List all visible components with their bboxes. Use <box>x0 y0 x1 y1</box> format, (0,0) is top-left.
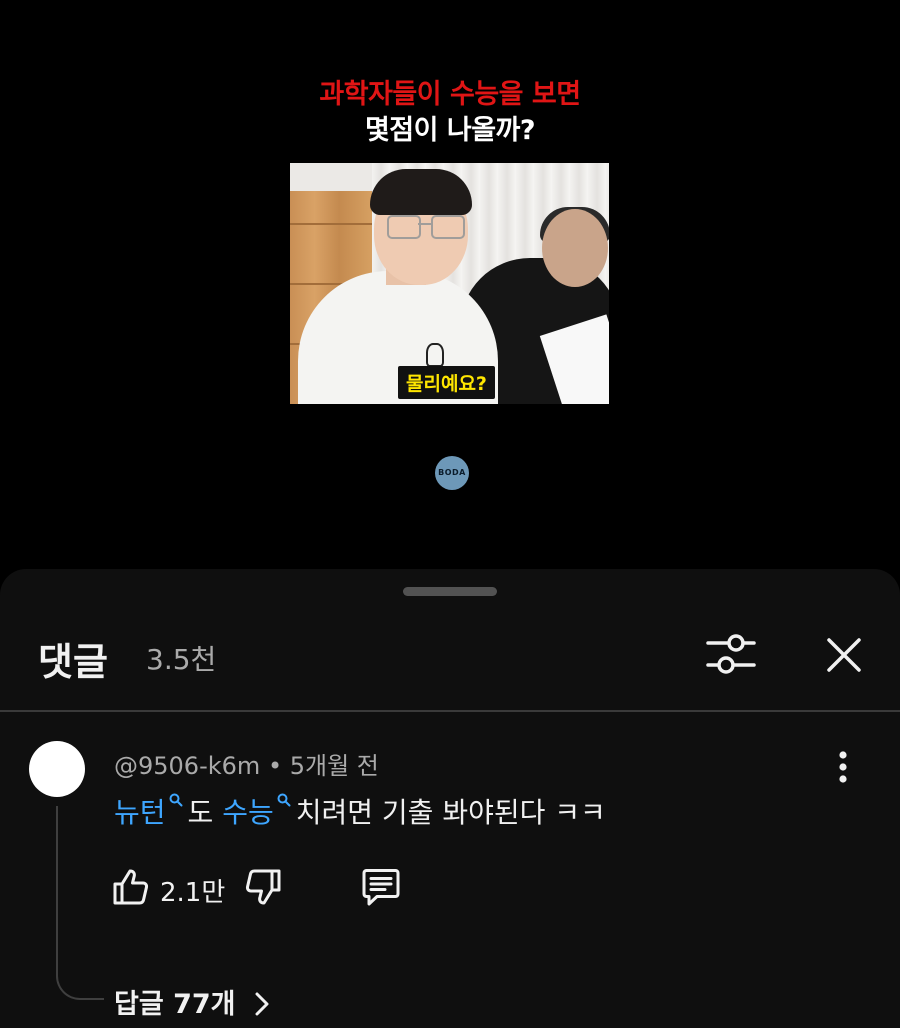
comments-title: 댓글 <box>38 640 108 684</box>
comment-meta: @9506-k6m • 5개월 전 <box>114 746 379 781</box>
sliders-icon <box>706 634 756 674</box>
replies-label: 답글 77개 <box>114 989 236 1020</box>
search-icon <box>277 793 291 807</box>
comment-text: 뉴턴 도 수능 치려면 기출 봐야된다 ㅋㅋ <box>114 791 606 831</box>
search-icon <box>169 793 183 807</box>
comment-text-part-1: 도 <box>187 796 214 829</box>
video-subtitle-caption: 물리예요? <box>398 366 495 399</box>
view-replies-button[interactable]: 답글 77개 <box>114 982 269 1021</box>
comment-icon <box>362 869 400 906</box>
like-count: 2.1만 <box>160 878 226 908</box>
video-player[interactable]: 과학자들이 수능을 보면 몇점이 나올까? 물리예요? BODA <box>0 0 900 580</box>
thread-line <box>56 806 104 1000</box>
sort-filter-button[interactable] <box>706 631 756 677</box>
reply-button[interactable] <box>360 867 402 907</box>
comments-panel: 댓글 3.5천 @9506-k6m • 5개월 전 뉴턴도 수능치려면 기출 <box>0 569 900 1028</box>
dislike-button[interactable] <box>244 867 284 907</box>
comment-time: 5개월 전 <box>289 752 379 780</box>
comment-more-button[interactable] <box>828 747 858 789</box>
chevron-right-icon <box>255 992 269 1015</box>
video-title-line-2: 몇점이 나올까? <box>364 115 536 146</box>
more-vert-icon <box>839 751 847 783</box>
like-button[interactable] <box>110 867 150 907</box>
search-link-term-1[interactable]: 뉴턴 <box>114 793 188 829</box>
thumbs-up-icon <box>113 869 149 905</box>
comment-text-part-2: 치려면 기출 봐야된다 ㅋㅋ <box>295 796 606 829</box>
drag-handle[interactable] <box>403 587 497 596</box>
comment-author[interactable]: @9506-k6m <box>114 752 260 780</box>
close-icon <box>827 638 861 672</box>
search-link-term-2[interactable]: 수능 <box>222 793 296 829</box>
channel-logo: BODA <box>435 456 469 490</box>
meta-separator: • <box>267 752 283 780</box>
close-button[interactable] <box>822 633 866 677</box>
header-divider <box>0 710 900 712</box>
video-frame-image: 물리예요? <box>290 163 609 404</box>
avatar[interactable] <box>29 741 85 797</box>
video-title-line-1: 과학자들이 수능을 보면 <box>319 79 581 110</box>
comments-count: 3.5천 <box>146 643 217 676</box>
thumbs-down-icon <box>245 869 281 905</box>
